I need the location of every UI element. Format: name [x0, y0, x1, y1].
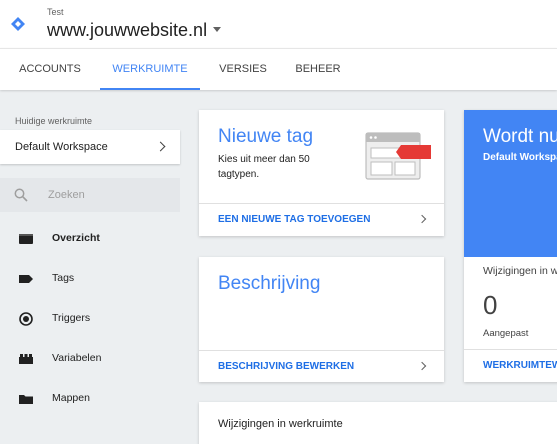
- card-title: Wijzigingen in werkruimte: [218, 418, 343, 430]
- card-divider: [199, 203, 444, 204]
- publish-card-header: Wordt nu Default Workspace: [464, 110, 557, 257]
- sidebar-item-label: Mappen: [52, 392, 90, 404]
- card-title: Beschrijving: [218, 273, 321, 294]
- workspace-label: Huidige werkruimte: [15, 116, 93, 126]
- search-input[interactable]: Zoeken: [0, 178, 180, 212]
- tab-werkruimte[interactable]: WERKRUIMTE: [100, 49, 200, 90]
- add-new-tag-link[interactable]: EEN NIEUWE TAG TOEVOEGEN: [218, 214, 370, 225]
- publish-card: Wordt nu Default Workspace Wijzigingen i…: [464, 110, 557, 382]
- changes-sub-label: Aangepast: [483, 328, 529, 339]
- tab-accounts[interactable]: ACCOUNTS: [0, 49, 100, 90]
- trigger-icon: [19, 312, 33, 326]
- overview-icon: [19, 234, 33, 244]
- gtm-logo-icon: [11, 17, 25, 31]
- new-tag-card: Nieuwe tag Kies uit meer dan 50 tagtypen…: [199, 110, 444, 236]
- tag-illustration-icon: [365, 132, 431, 180]
- caret-down-icon: [213, 26, 222, 32]
- edit-description-link[interactable]: BESCHRIJVING BEWERKEN: [218, 361, 354, 372]
- changes-count: 0: [483, 290, 498, 320]
- search-icon: [14, 188, 28, 202]
- sidebar-item-tags[interactable]: Tags: [0, 263, 180, 295]
- workspace-changes-card: Wijzigingen in werkruimte: [199, 402, 557, 444]
- chevron-right-icon[interactable]: [417, 214, 427, 224]
- publish-workspace-name: Default Workspace: [483, 152, 557, 163]
- tab-beheer[interactable]: BEHEER: [286, 49, 350, 90]
- container-selector[interactable]: www.jouwwebsite.nl: [47, 20, 222, 41]
- tag-icon: [19, 275, 33, 283]
- chevron-right-icon[interactable]: [417, 361, 427, 371]
- card-description: Kies uit meer dan 50 tagtypen.: [218, 154, 310, 180]
- variable-icon: [19, 354, 33, 364]
- workspace-selector[interactable]: Default Workspace: [0, 130, 180, 164]
- account-name: Test: [47, 7, 64, 17]
- publish-title: Wordt nu: [483, 126, 557, 147]
- top-bar: Test www.jouwwebsite.nl: [0, 0, 557, 48]
- sidebar-item-label: Triggers: [52, 312, 91, 324]
- workspace-changes-link[interactable]: WERKRUIMTEWIJZIGINGEN: [483, 360, 557, 371]
- sidebar-item-mappen[interactable]: Mappen: [0, 383, 180, 415]
- sidebar-item-label: Tags: [52, 272, 75, 284]
- sidebar-item-label: Variabelen: [52, 352, 102, 364]
- card-divider: [199, 350, 444, 351]
- chevron-right-icon: [155, 141, 166, 152]
- sidebar-item-label: Overzicht: [52, 232, 100, 244]
- container-name: www.jouwwebsite.nl: [47, 20, 208, 40]
- card-divider: [464, 349, 557, 350]
- tab-versies[interactable]: VERSIES: [207, 49, 279, 90]
- card-title: Nieuwe tag: [218, 126, 314, 147]
- search-placeholder: Zoeken: [48, 189, 85, 201]
- folder-icon: [19, 395, 33, 404]
- description-card: Beschrijving BESCHRIJVING BEWERKEN: [199, 257, 444, 382]
- sidebar-item-overzicht[interactable]: Overzicht: [0, 223, 180, 255]
- sidebar-item-variabelen[interactable]: Variabelen: [0, 343, 180, 375]
- workspace-name: Default Workspace: [15, 141, 108, 153]
- changes-label: Wijzigingen in werkruimte: [483, 265, 557, 277]
- sidebar-item-triggers[interactable]: Triggers: [0, 303, 180, 335]
- main-tabs: ACCOUNTS WERKRUIMTE VERSIES BEHEER: [0, 48, 557, 90]
